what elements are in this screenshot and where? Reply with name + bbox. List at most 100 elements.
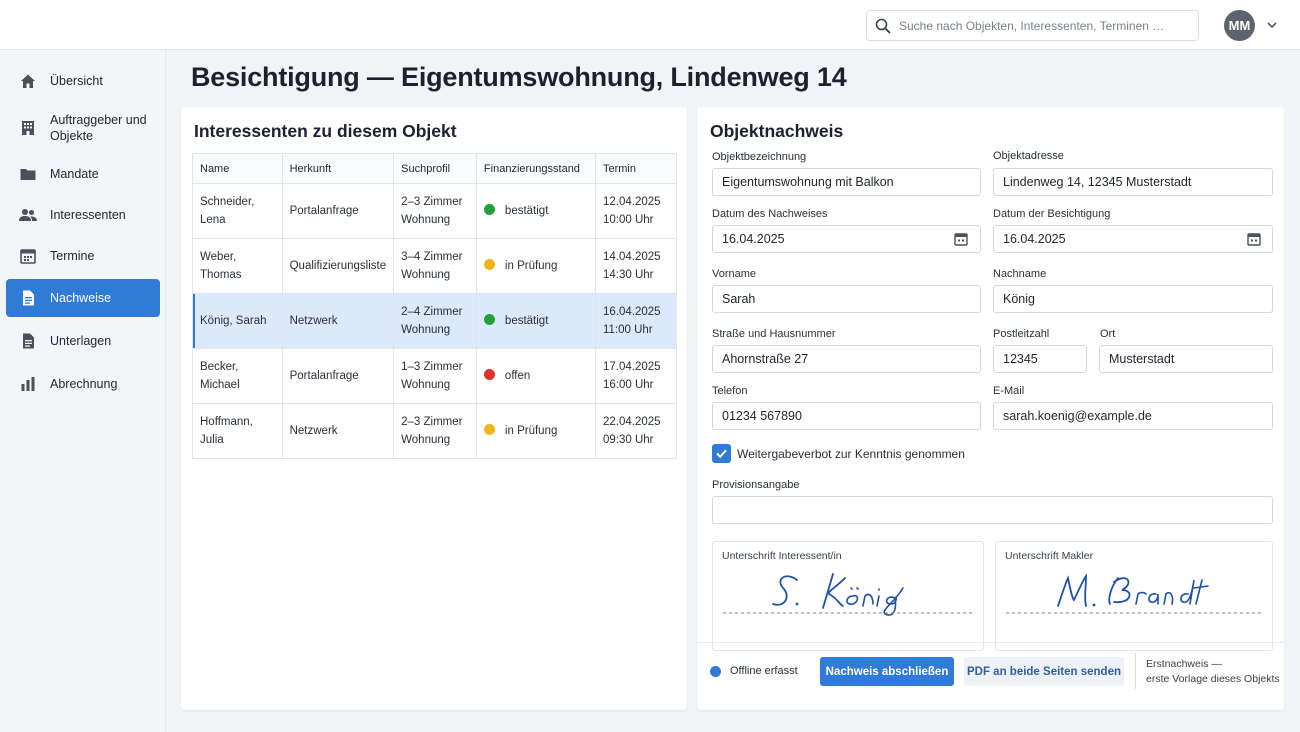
prospect-profile: 2–3 Zimmer Wohnung bbox=[393, 403, 477, 459]
status-dot bbox=[483, 314, 495, 325]
prospect-appointment: 22.04.2025 09:30 Uhr bbox=[594, 403, 678, 459]
phone-field[interactable] bbox=[712, 402, 981, 430]
commission-field[interactable] bbox=[712, 496, 1273, 524]
street-label: Straße und Hausnummer bbox=[712, 328, 836, 340]
prospect-name: Weber, Thomas bbox=[192, 238, 283, 294]
profile-line: Wohnung bbox=[401, 269, 451, 281]
table-row[interactable]: Weber, Thomas Qualifizierungsliste 3–4 Z… bbox=[192, 238, 678, 294]
sidebar-item-appointments[interactable]: Termine bbox=[6, 241, 160, 271]
proof-date-field[interactable] bbox=[712, 225, 981, 253]
prospects-table: Name Herkunft Suchprofil Finanzierungsst… bbox=[192, 153, 678, 459]
prospect-financing: bestätigt bbox=[475, 183, 596, 239]
people-icon bbox=[18, 205, 38, 225]
sidebar-item-label: Unterlagen bbox=[50, 334, 112, 348]
first-proof-note-line: erste Vorlage dieses Objekts bbox=[1146, 673, 1280, 685]
document-icon bbox=[18, 288, 38, 308]
prospect-name: Hoffmann, Julia bbox=[192, 403, 283, 459]
zip-field[interactable] bbox=[993, 345, 1087, 373]
sidebar-item-billing[interactable]: Abrechnung bbox=[6, 369, 160, 399]
sidebar-item-label: Abrechnung bbox=[50, 377, 118, 391]
sidebar-item-documents[interactable]: Unterlagen bbox=[6, 326, 160, 356]
phone-label: Telefon bbox=[712, 385, 748, 397]
prospects-title: Interessenten zu diesem Objekt bbox=[194, 121, 457, 141]
prospect-appointment: 17.04.2025 16:00 Uhr bbox=[594, 348, 678, 404]
column-header[interactable]: Name bbox=[192, 153, 283, 184]
sidebar-item-mandates[interactable]: Mandate bbox=[6, 159, 160, 189]
table-row[interactable]: König, Sarah Netzwerk 2–4 Zimmer Wohnung … bbox=[192, 293, 678, 349]
folder-icon bbox=[18, 164, 38, 184]
city-label: Ort bbox=[1100, 328, 1116, 340]
status-dot bbox=[483, 424, 495, 435]
prospect-profile: 2–3 Zimmer Wohnung bbox=[393, 183, 477, 239]
top-bar: MM bbox=[0, 0, 1300, 50]
prospect-financing: in Prüfung bbox=[475, 238, 596, 294]
column-header[interactable]: Finanzierungsstand bbox=[475, 153, 596, 184]
first-proof-note: Erstnachweis — erste Vorlage dieses Obje… bbox=[1146, 657, 1281, 687]
first-proof-note-line: Erstnachweis — bbox=[1146, 658, 1222, 670]
profile-line: Wohnung bbox=[401, 434, 451, 446]
column-header[interactable]: Herkunft bbox=[281, 153, 395, 184]
status-dot bbox=[483, 369, 495, 380]
last-name-label: Nachname bbox=[993, 268, 1047, 280]
column-header[interactable]: Termin bbox=[594, 153, 678, 184]
disclosure-label[interactable]: Weitergabeverbot zur Kenntnis genommen bbox=[737, 447, 965, 461]
status-label: in Prüfung bbox=[504, 260, 558, 272]
table-row[interactable]: Becker, Michael Portalanfrage 1–3 Zimmer… bbox=[192, 348, 678, 404]
search-box[interactable] bbox=[866, 10, 1199, 41]
table-row[interactable]: Hoffmann, Julia Netzwerk 2–3 Zimmer Wohnu… bbox=[192, 403, 678, 459]
prospect-name: Schneider, Lena bbox=[192, 183, 283, 239]
sidebar-item-label: Mandate bbox=[50, 167, 99, 181]
proof-date-label: Datum des Nachweises bbox=[712, 208, 828, 220]
prospect-profile: 3–4 Zimmer Wohnung bbox=[393, 238, 477, 294]
calendar-icon[interactable] bbox=[954, 232, 968, 246]
page-title: Besichtigung — Eigentumswohnung, Lindenw… bbox=[191, 62, 847, 92]
column-header[interactable]: Suchprofil bbox=[393, 153, 477, 184]
chevron-down-icon[interactable] bbox=[1265, 18, 1279, 32]
search-icon bbox=[875, 18, 891, 33]
footer-separator bbox=[1135, 653, 1136, 689]
send-pdf-button[interactable]: PDF an beide Seiten senden bbox=[964, 657, 1124, 686]
city-field[interactable] bbox=[1099, 345, 1273, 373]
table-row[interactable]: Schneider, Lena Portalanfrage 2–3 Zimmer… bbox=[192, 183, 678, 239]
last-name-field[interactable] bbox=[993, 285, 1273, 313]
prospect-signature-image bbox=[723, 573, 975, 616]
sidebar-item-label: Auftraggeber und Objekte bbox=[50, 113, 147, 143]
prospect-source: Portalanfrage bbox=[281, 183, 395, 239]
appointment-time: 16:00 Uhr bbox=[602, 379, 654, 391]
commission-label: Provisionsangabe bbox=[712, 479, 800, 491]
street-field[interactable] bbox=[712, 345, 981, 373]
email-field[interactable] bbox=[993, 402, 1273, 430]
search-input[interactable] bbox=[899, 18, 1189, 33]
profile-line: Wohnung bbox=[401, 324, 451, 336]
object-name-field[interactable] bbox=[712, 168, 981, 196]
sidebar-item-label: Nachweise bbox=[50, 291, 112, 305]
complete-proof-button[interactable]: Nachweis abschließen bbox=[820, 657, 954, 686]
sidebar-item-clients-objects[interactable]: Auftraggeber und Objekte bbox=[6, 108, 160, 148]
sidebar-item-label: Interessenten bbox=[50, 208, 126, 222]
appointment-date: 22.04.2025 bbox=[602, 416, 661, 428]
object-address-field[interactable] bbox=[993, 168, 1273, 196]
agent-signature-image bbox=[1006, 573, 1264, 614]
agent-signature-box[interactable]: Unterschrift Makler bbox=[995, 541, 1273, 651]
prospect-signature-box[interactable]: Unterschrift Interessent/in bbox=[712, 541, 984, 651]
sidebar-item-overview[interactable]: Übersicht bbox=[6, 66, 160, 96]
zip-label: Postleitzahl bbox=[993, 328, 1050, 340]
object-address-label: Objektadresse bbox=[993, 150, 1064, 162]
viewing-date-field[interactable] bbox=[993, 225, 1273, 253]
bar-chart-icon bbox=[18, 374, 38, 394]
first-name-field[interactable] bbox=[712, 285, 981, 313]
building-icon bbox=[18, 118, 38, 138]
calendar-icon[interactable] bbox=[1247, 232, 1261, 246]
prospects-card: Interessenten zu diesem Objekt Name Herk… bbox=[181, 107, 687, 710]
user-avatar[interactable]: MM bbox=[1224, 10, 1255, 41]
profile-line: Wohnung bbox=[401, 379, 451, 391]
appointment-time: 11:00 Uhr bbox=[602, 324, 653, 336]
sidebar-item-prospects[interactable]: Interessenten bbox=[6, 200, 160, 230]
disclosure-checkbox[interactable] bbox=[712, 444, 731, 463]
sidebar-item-proofs[interactable]: Nachweise bbox=[6, 279, 160, 317]
footer-divider bbox=[697, 642, 1284, 643]
status-label: offen bbox=[504, 370, 531, 382]
prospect-name: König, Sarah bbox=[192, 293, 283, 349]
prospect-source: Qualifizierungsliste bbox=[281, 238, 395, 294]
prospect-source: Netzwerk bbox=[281, 293, 395, 349]
